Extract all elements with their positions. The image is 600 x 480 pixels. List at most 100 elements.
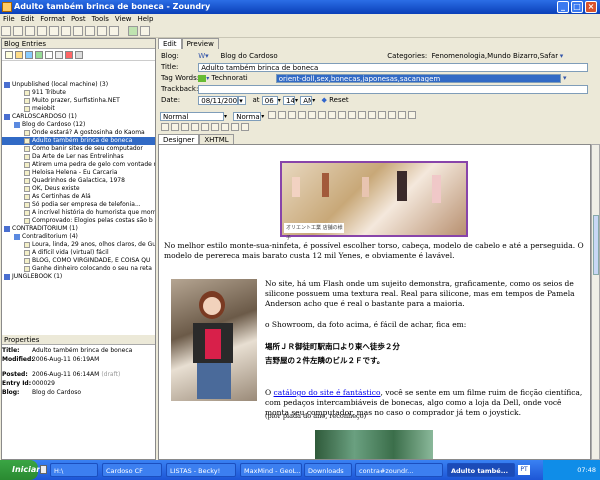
indent-icon[interactable] xyxy=(377,111,386,119)
justify-icon[interactable] xyxy=(337,111,346,119)
blockquote-icon[interactable] xyxy=(241,123,249,131)
minute-select[interactable]: 14 xyxy=(283,95,295,105)
new-post-icon[interactable] xyxy=(1,26,11,36)
tree-item[interactable]: Da Arte de Ler nas Entrelinhas xyxy=(2,153,155,161)
highlight-icon[interactable] xyxy=(191,123,199,131)
tree-item[interactable]: OK, Deus existe xyxy=(2,185,155,193)
tree-item[interactable]: 911 Tribute xyxy=(2,89,155,97)
hour-select[interactable]: 06 xyxy=(261,95,278,105)
date-input[interactable]: 08/11/2006 xyxy=(198,95,239,105)
task-contra[interactable]: contra#zoundr... xyxy=(355,463,443,477)
save-icon[interactable] xyxy=(25,26,35,36)
underline-icon[interactable] xyxy=(287,111,296,119)
open-icon[interactable] xyxy=(13,26,23,36)
refresh-icon[interactable] xyxy=(25,51,33,59)
blog-value[interactable]: Blog do Cardoso xyxy=(220,52,277,60)
menu-view[interactable]: View xyxy=(112,14,135,24)
hr-icon[interactable] xyxy=(171,123,179,131)
align-center-icon[interactable] xyxy=(317,111,326,119)
close-button[interactable]: × xyxy=(585,1,597,13)
sub-icon[interactable] xyxy=(201,123,209,131)
menu-edit[interactable]: Edit xyxy=(18,14,38,24)
style-select[interactable]: Normal xyxy=(160,111,224,121)
menu-post[interactable]: Post xyxy=(68,14,89,24)
new-entry-icon[interactable] xyxy=(5,51,13,59)
find-icon[interactable] xyxy=(85,26,95,36)
ampm-select[interactable]: AM xyxy=(300,95,313,105)
copy-icon[interactable] xyxy=(61,26,71,36)
tree-item[interactable]: A difícil vida (virtual) fácil xyxy=(2,249,155,257)
start-button[interactable]: Iniciar xyxy=(0,460,40,480)
tree-item[interactable]: BLOG, COMO VIRGINDADE, É COISA QU xyxy=(2,257,155,265)
menu-file[interactable]: File xyxy=(0,14,18,24)
outdent-icon[interactable] xyxy=(367,111,376,119)
editor-area[interactable]: オリエント工業 店舗の様子 No melhor estilo monte-sua… xyxy=(158,144,591,460)
tab-edit[interactable]: Edit xyxy=(158,38,182,49)
language-indicator[interactable]: PT xyxy=(518,465,530,475)
tree-item[interactable]: Blog do Cardoso (12) xyxy=(2,121,155,129)
categories-dropdown-icon[interactable]: ▾ xyxy=(560,52,564,60)
window-titlebar[interactable]: Adulto também brinca de boneca - Zoundry… xyxy=(0,0,600,14)
tag-service-dropdown-icon[interactable]: ▾ xyxy=(206,75,209,82)
tree-item[interactable]: A incrível história do humorista que mor… xyxy=(2,209,155,217)
tree-item[interactable]: Adulto também brinca de boneca xyxy=(2,137,155,145)
upload-icon[interactable] xyxy=(140,26,150,36)
italic-icon[interactable] xyxy=(277,111,286,119)
tags-input[interactable]: orient-doll,sex,bonecas,japonesas,sacana… xyxy=(275,73,561,83)
folder-icon[interactable] xyxy=(15,51,23,59)
calendar-icon[interactable]: ▾ xyxy=(238,95,247,105)
trackback-input[interactable] xyxy=(198,84,589,94)
tree-item[interactable]: Só podia ser empresa de telefonia... xyxy=(2,201,155,209)
categories-value[interactable]: Fenomenologia,Mundo Bizarro,Safardanagem xyxy=(430,52,558,61)
properties-icon[interactable] xyxy=(55,51,63,59)
tree-item[interactable]: Como banir sites de seu computador xyxy=(2,145,155,153)
publish-icon[interactable] xyxy=(37,26,47,36)
tree-item[interactable]: Loura, linda, 29 anos, olhos claros, de … xyxy=(2,241,155,249)
filter-icon[interactable] xyxy=(75,51,83,59)
catalog-link[interactable]: catálogo do site é fantástico xyxy=(274,388,381,397)
paste-icon[interactable] xyxy=(73,26,83,36)
align-left-icon[interactable] xyxy=(307,111,316,119)
menu-help[interactable]: Help xyxy=(134,14,156,24)
menu-tools[interactable]: Tools xyxy=(89,14,112,24)
edit-entry-icon[interactable] xyxy=(45,51,53,59)
link-icon[interactable] xyxy=(387,111,396,119)
minimize-button[interactable]: _ xyxy=(557,1,569,13)
tree-item[interactable]: Heloisa Helena - Eu Carcaria xyxy=(2,169,155,177)
task-becky[interactable]: LISTAS - Becky! xyxy=(166,463,236,477)
cut-icon[interactable] xyxy=(49,26,59,36)
tree-item[interactable]: Comprovado: Elogios pelas costas são b xyxy=(2,217,155,225)
tree-item[interactable]: Contraditorium (4) xyxy=(2,233,155,241)
tab-xhtml[interactable]: XHTML xyxy=(199,134,234,144)
blog-tree[interactable]: Unpublished (local machine) (3) 911 Tribu… xyxy=(2,81,155,331)
bold-icon[interactable] xyxy=(267,111,276,119)
tree-item[interactable]: JUNGLEBOOK (1) xyxy=(2,273,155,281)
tab-designer[interactable]: Designer xyxy=(158,134,200,144)
align-right-icon[interactable] xyxy=(327,111,336,119)
menu-format[interactable]: Format xyxy=(37,14,68,24)
task-cardoso-cf[interactable]: Cardoso CF xyxy=(102,463,162,477)
task-maxmind[interactable]: MaxMind - GeoL... xyxy=(240,463,302,477)
tree-item[interactable]: Unpublished (local machine) (3) xyxy=(2,81,155,89)
task-downloads[interactable]: Downloads xyxy=(304,463,352,477)
tree-item[interactable]: Ganhe dinheiro colocando o seu na reta xyxy=(2,265,155,273)
tree-item[interactable]: meiobit xyxy=(2,105,155,113)
color-icon[interactable] xyxy=(181,123,189,131)
table-icon[interactable] xyxy=(161,123,169,131)
sup-icon[interactable] xyxy=(211,123,219,131)
tree-item[interactable]: Quadrinhos de Galactica, 1978 xyxy=(2,177,155,185)
numbering-icon[interactable] xyxy=(357,111,366,119)
reset-button[interactable]: Reset xyxy=(329,96,349,104)
clear-format-icon[interactable] xyxy=(221,123,229,131)
maximize-button[interactable]: □ xyxy=(571,1,583,13)
spell-icon[interactable] xyxy=(407,111,416,119)
image-icon[interactable] xyxy=(397,111,406,119)
tree-item[interactable]: Muito prazer, Surfistinha.NET xyxy=(2,97,155,105)
undo-icon[interactable] xyxy=(97,26,107,36)
size-select[interactable]: Normal xyxy=(233,111,262,121)
bullets-icon[interactable] xyxy=(347,111,356,119)
tab-preview[interactable]: Preview xyxy=(181,38,219,49)
editor-scrollbar[interactable] xyxy=(591,144,600,460)
tree-item[interactable]: As Certinhas de Alá xyxy=(2,193,155,201)
delete-icon[interactable] xyxy=(65,51,73,59)
